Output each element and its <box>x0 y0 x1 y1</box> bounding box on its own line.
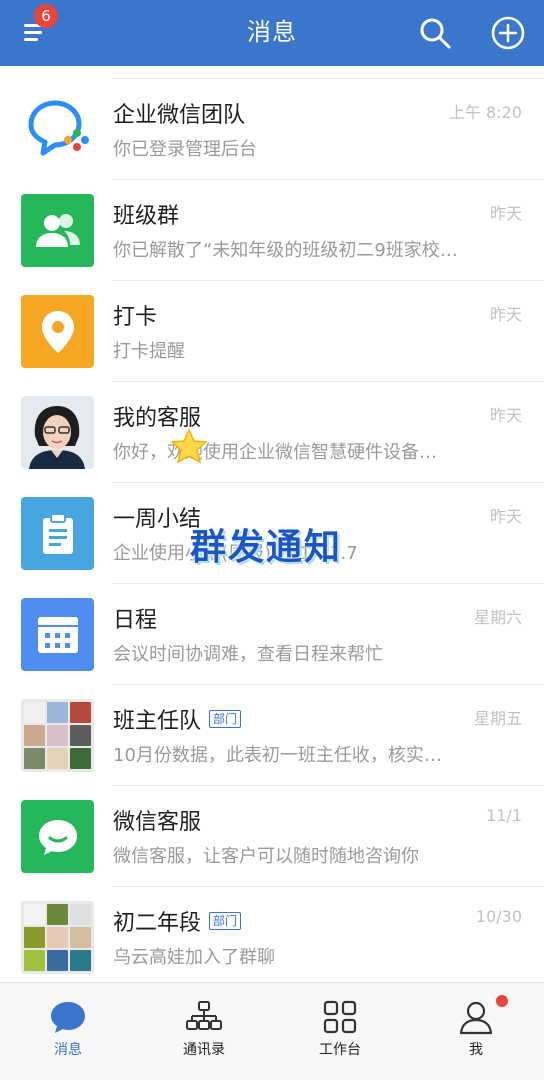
group-collage-avatar <box>21 699 94 772</box>
chat-bubble-icon <box>21 800 94 873</box>
group-collage-avatar <box>21 901 94 974</box>
conversation-name: 企业微信团队 <box>113 103 246 128</box>
tab-contacts[interactable]: 通讯录 <box>136 983 272 1080</box>
location-pin-icon <box>21 295 94 368</box>
conversation-time: 10/30 <box>475 907 522 926</box>
conversation-preview: 微信客服，让客户可以随时随地咨询你 <box>113 846 419 867</box>
message-icon <box>51 1002 85 1033</box>
notification-dot <box>496 995 508 1007</box>
conversation-row[interactable]: 我的客服 你好，欢迎使用企业微信智慧硬件设备… 昨天 <box>0 382 544 483</box>
conversation-row[interactable]: 企业微信团队 你已登录管理后台 上午 8:20 <box>0 79 544 180</box>
conversation-time: 昨天 <box>489 305 522 324</box>
conversation-time: 11/1 <box>486 806 522 825</box>
conversation-time: 昨天 <box>489 406 522 425</box>
tab-workbench[interactable]: 工作台 <box>272 983 408 1080</box>
profile-icon <box>459 1001 493 1035</box>
top-bar: 6 消息 <box>0 0 544 66</box>
search-icon[interactable] <box>418 16 452 50</box>
add-icon[interactable] <box>490 15 526 51</box>
conversation-row[interactable]: 班级群 你已解散了“未知年级的班级初二9班家校… 昨天 <box>0 180 544 281</box>
tab-label: 消息 <box>54 1042 82 1058</box>
page-title: 消息 <box>247 18 297 46</box>
conversation-row[interactable]: 打卡 打卡提醒 昨天 <box>0 281 544 382</box>
tab-label: 通讯录 <box>183 1042 225 1058</box>
tab-bar: 消息 通讯录 工作台 我 <box>0 982 544 1080</box>
conversation-name: 班主任队 部门 <box>113 703 242 735</box>
calendar-icon <box>21 598 94 671</box>
conversation-row[interactable]: 初二年段 部门 乌云高娃加入了群聊 10/30 <box>0 887 544 982</box>
conversation-preview: 你好，欢迎使用企业微信智慧硬件设备… <box>113 442 437 463</box>
wecom-logo-icon <box>21 93 94 166</box>
group-icon <box>21 194 94 267</box>
conversation-preview: 你已解散了“未知年级的班级初二9班家校… <box>113 240 458 261</box>
conversation-time: 昨天 <box>489 204 522 223</box>
conversation-name: 微信客服 <box>113 810 202 835</box>
tab-messages[interactable]: 消息 <box>0 983 136 1080</box>
person-photo <box>21 396 94 469</box>
conversation-name: 打卡 <box>113 305 158 330</box>
conversation-preview: 10月份数据，此表初一班主任收，核实… <box>113 745 442 766</box>
department-tag: 部门 <box>209 912 242 930</box>
conversation-preview: 打卡提醒 <box>113 341 185 362</box>
conversation-name: 班级群 <box>113 204 180 229</box>
conversation-time: 昨天 <box>489 507 522 526</box>
org-chart-icon <box>186 1001 222 1030</box>
conversation-preview: 乌云高娃加入了群聊 <box>113 947 275 968</box>
conversation-preview: 会议时间协调难，查看日程来帮忙 <box>113 644 383 665</box>
grid-icon <box>323 1000 357 1034</box>
tab-me[interactable]: 我 <box>408 983 544 1080</box>
conversation-preview: 你已登录管理后台 <box>113 139 257 160</box>
conversation-row[interactable]: 日程 会议时间协调难，查看日程来帮忙 星期六 <box>0 584 544 685</box>
conversation-row[interactable]: 班主任队 部门 10月份数据，此表初一班主任收，核实… 星期五 <box>0 685 544 786</box>
clipboard-icon <box>21 497 94 570</box>
conversation-name: 一周小结 <box>113 507 202 532</box>
conversation-time: 星期五 <box>473 709 522 728</box>
conversation-name: 日程 <box>113 608 158 633</box>
department-tag: 部门 <box>209 710 242 728</box>
conversation-row[interactable]: 微信客服 微信客服，让客户可以随时随地咨询你 11/1 <box>0 786 544 887</box>
conversation-time: 上午 8:20 <box>448 103 522 122</box>
tab-label: 工作台 <box>319 1042 361 1058</box>
overlay-caption: 群发通知 <box>190 527 343 568</box>
tab-label: 我 <box>469 1042 483 1058</box>
conversation-time: 星期六 <box>473 608 522 627</box>
conversation-name: 初二年段 部门 <box>113 905 242 937</box>
star-icon <box>170 428 208 464</box>
